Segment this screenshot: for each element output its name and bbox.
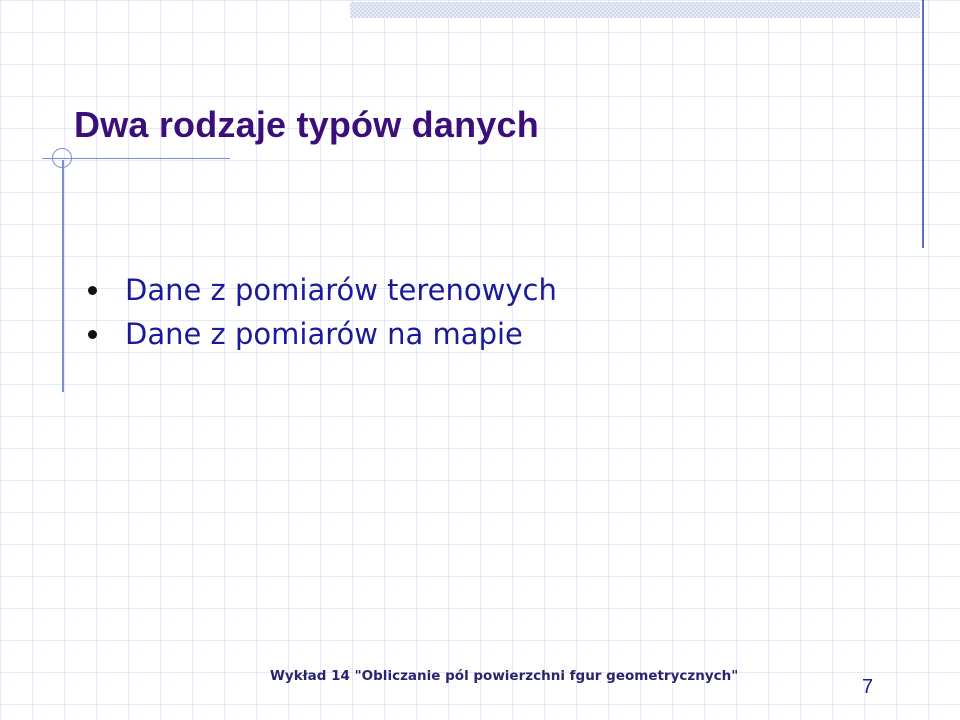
bullet-dot-icon (88, 329, 97, 339)
page-number: 7 (862, 676, 874, 698)
bullet-item: Dane z pomiarów na mapie (88, 312, 557, 356)
decorative-right-line (922, 0, 924, 248)
slide: Dwa rodzaje typów danych Dane z pomiarów… (0, 0, 960, 720)
decorative-top-band (350, 2, 920, 18)
decorative-left-line (62, 160, 64, 392)
bullet-text: Dane z pomiarów na mapie (125, 317, 523, 351)
bullet-text: Dane z pomiarów terenowych (125, 273, 557, 307)
bullet-item: Dane z pomiarów terenowych (88, 268, 557, 312)
crosshair-icon (52, 148, 72, 168)
slide-title: Dwa rodzaje typów danych (74, 104, 539, 145)
bullet-list: Dane z pomiarów terenowych Dane z pomiar… (88, 268, 557, 356)
bullet-dot-icon (88, 285, 97, 295)
slide-footer: Wykład 14 "Obliczanie pól powierzchni fg… (270, 668, 739, 684)
